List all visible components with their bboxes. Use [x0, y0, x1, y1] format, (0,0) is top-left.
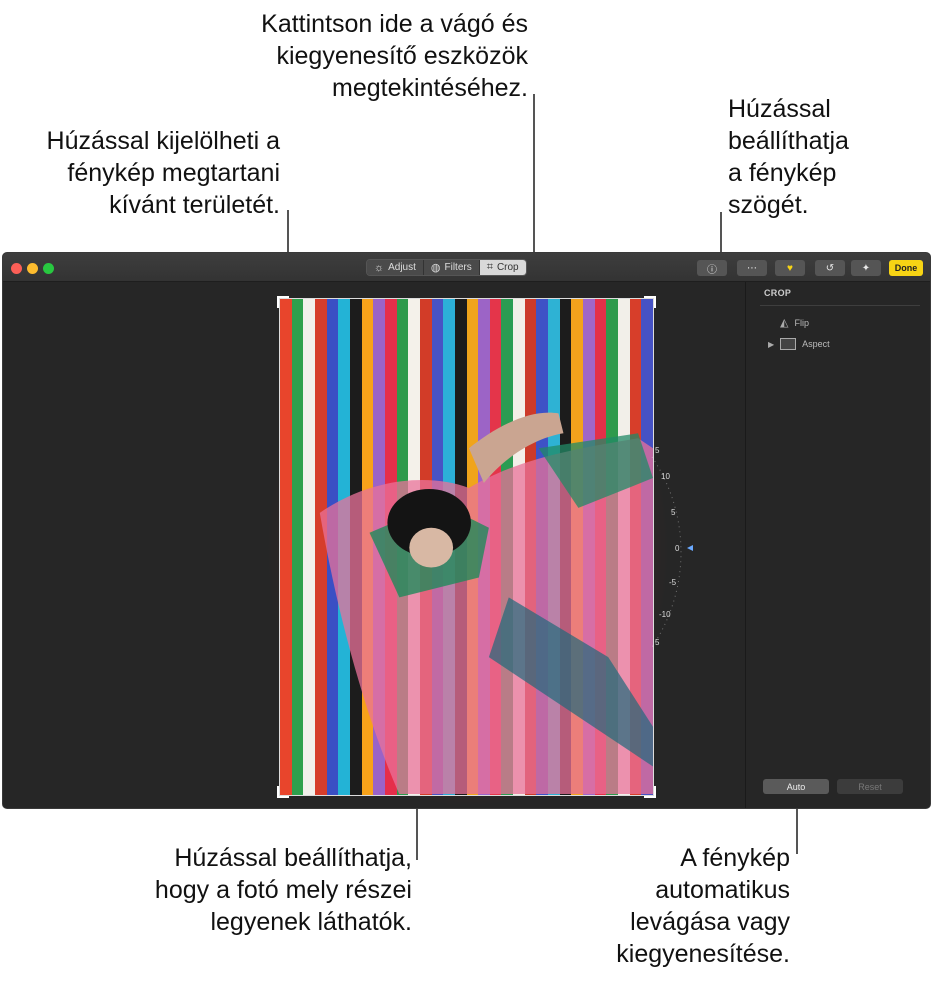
tab-filters-label: Filters: [444, 262, 472, 273]
rotate-button[interactable]: ↺: [815, 260, 845, 276]
aspect-label: Aspect: [802, 339, 830, 349]
info-button[interactable]: ⓘ: [697, 260, 727, 276]
zoom-window-button[interactable]: [43, 263, 54, 274]
rotate-icon: ↺: [825, 262, 835, 274]
crop-sidebar: CROP ◭ Flip ▶ Aspect Auto Reset: [745, 282, 930, 808]
done-button[interactable]: Done: [889, 260, 923, 276]
dial-label: 0: [675, 544, 680, 553]
crop-handle-bottom-left[interactable]: [277, 786, 289, 798]
callout-crop-tools: Kattintson ide a vágó és kiegyenesítő es…: [261, 10, 528, 102]
tab-crop[interactable]: ⌗ Crop: [479, 260, 526, 275]
filters-icon: ◍: [430, 262, 441, 274]
photo-subject: [319, 412, 653, 795]
dial-label: -5: [669, 578, 677, 587]
enhance-button[interactable]: ✦: [851, 260, 881, 276]
more-button[interactable]: ⋯: [737, 260, 767, 276]
photo-canvas: 5 10 5 0 -5 -10 5: [3, 282, 745, 808]
crop-photo[interactable]: [279, 298, 654, 796]
sun-icon: ☼: [374, 261, 385, 274]
straighten-dial[interactable]: 5 10 5 0 -5 -10 5: [647, 446, 697, 652]
dial-label: 10: [661, 472, 670, 481]
dial-label: -10: [659, 610, 671, 619]
crop-section-title: CROP: [764, 288, 792, 298]
more-icon: ⋯: [747, 262, 757, 274]
callout-auto: A fénykép automatikus levágása vagy kieg…: [616, 844, 790, 968]
minimize-window-button[interactable]: [27, 263, 38, 274]
leader-crop-tools: [533, 94, 535, 260]
flip-button[interactable]: ◭ Flip: [780, 316, 809, 329]
section-divider: [760, 305, 920, 306]
flip-icon: ◭: [780, 317, 789, 329]
crop-icon: ⌗: [486, 261, 493, 273]
title-bar: ☼ Adjust ◍ Filters ⌗ Crop ⓘ ⋯ ♥ ↺ ✦ Done: [3, 253, 930, 282]
crop-handle-top-right[interactable]: [644, 296, 656, 308]
disclosure-triangle-icon: ▶: [768, 339, 775, 349]
tab-adjust-label: Adjust: [388, 262, 416, 273]
flip-label: Flip: [794, 317, 809, 328]
photos-window: ☼ Adjust ◍ Filters ⌗ Crop ⓘ ⋯ ♥ ↺ ✦ Done: [2, 252, 931, 809]
callout-angle: Húzással beállíthatja a fénykép szögét.: [728, 95, 849, 219]
dial-label: 5: [655, 446, 660, 455]
auto-button[interactable]: Auto: [763, 779, 829, 794]
aspect-disclosure[interactable]: ▶ Aspect: [768, 338, 830, 350]
callout-visible-parts: Húzással beállíthatja, hogy a fotó mely …: [154, 844, 412, 936]
aspect-icon: [780, 338, 797, 350]
heart-icon: ♥: [787, 262, 793, 274]
reset-button[interactable]: Reset: [837, 779, 903, 794]
close-window-button[interactable]: [11, 263, 22, 274]
dial-label: 5: [671, 508, 676, 517]
tab-adjust[interactable]: ☼ Adjust: [367, 260, 424, 275]
callout-select-area: Húzással kijelölheti a fénykép megtartan…: [46, 127, 280, 219]
dial-ticks: [651, 456, 693, 648]
tab-crop-label: Crop: [496, 262, 519, 273]
magic-wand-icon: ✦: [861, 262, 871, 274]
edit-mode-selector: ☼ Adjust ◍ Filters ⌗ Crop: [366, 259, 527, 276]
favorite-button[interactable]: ♥: [775, 260, 805, 276]
dial-label: 5: [655, 638, 660, 647]
tab-filters[interactable]: ◍ Filters: [423, 260, 480, 275]
info-icon: ⓘ: [707, 264, 717, 276]
crop-handle-top-left[interactable]: [277, 296, 289, 308]
crop-handle-bottom-right[interactable]: [644, 786, 656, 798]
